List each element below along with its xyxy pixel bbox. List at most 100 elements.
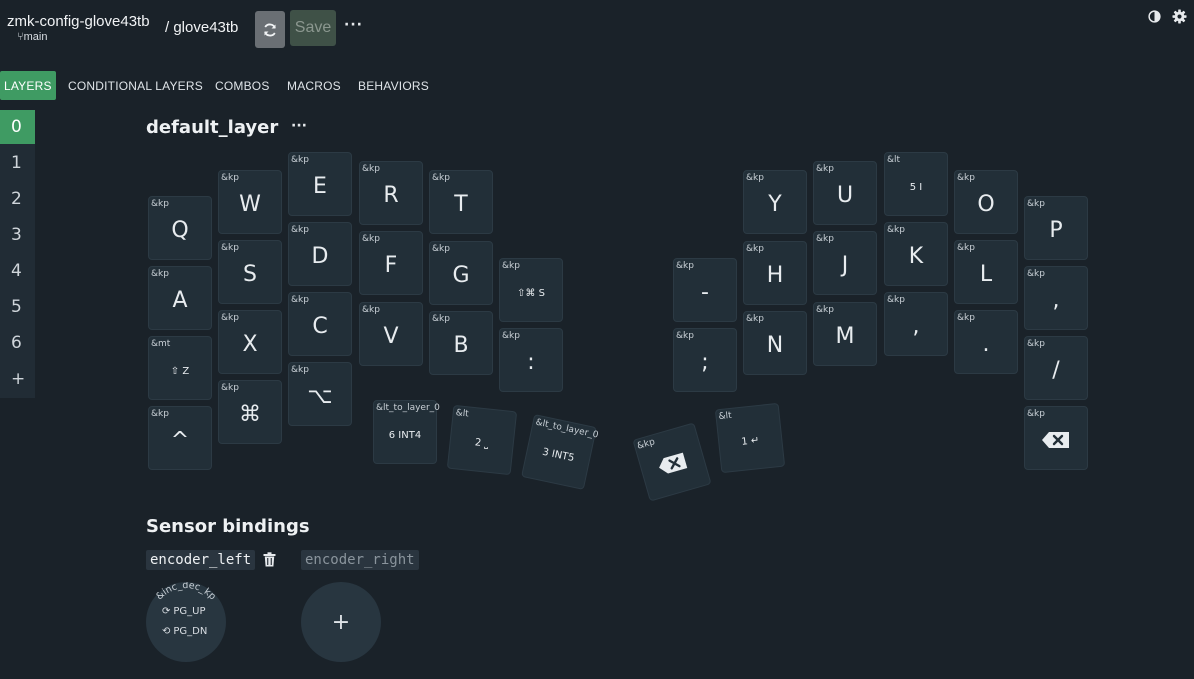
key-4[interactable]: &kp T [429, 170, 493, 234]
key-9[interactable]: &kp P [1024, 196, 1088, 260]
encoder-cw: ⟳ PG_UP [162, 606, 206, 617]
key-23[interactable]: &kp X [218, 310, 282, 374]
tab-layers[interactable]: LAYERS [0, 71, 56, 100]
key-16[interactable]: &kp - [673, 258, 737, 322]
encoder-right-tab[interactable]: encoder_right [301, 550, 419, 570]
key-legend [634, 424, 711, 501]
key-15[interactable]: &kp ⇧⌘ S [499, 258, 563, 322]
key-legend: Q [171, 217, 189, 243]
key-legend: T [454, 191, 468, 217]
keymap-name[interactable]: / glove43tb [165, 19, 238, 36]
tab-combos[interactable]: COMBOS [215, 71, 270, 100]
key-22[interactable]: &mt ⇧ Z [148, 336, 212, 400]
key-legend: : [527, 349, 535, 375]
key-35[interactable]: &kp ⌘ [218, 380, 282, 444]
key-legend: M [835, 323, 855, 349]
theme-toggle-icon[interactable] [1148, 10, 1161, 23]
key-30[interactable]: &kp M [813, 302, 877, 366]
key-3[interactable]: &kp R [359, 161, 423, 225]
layer-item-4[interactable]: 4 [0, 254, 35, 288]
key-legend: O [977, 191, 995, 217]
encoder-binding[interactable]: &inc_dec_kp ⟳ PG_UP ⟲ PG_DN [146, 582, 226, 662]
key-legend: C [312, 313, 328, 339]
key-6[interactable]: &kp U [813, 161, 877, 225]
key-31[interactable]: &kp, [884, 292, 948, 356]
key-legend: - [701, 279, 709, 305]
add-layer-button[interactable]: + [0, 362, 35, 396]
key-1[interactable]: &kp W [218, 170, 282, 234]
layer-menu-button[interactable]: ··· [291, 118, 307, 134]
key-legend: / [1052, 357, 1060, 383]
key-14[interactable]: &kp G [429, 241, 493, 305]
add-encoder-binding-button[interactable]: + [301, 582, 381, 662]
encoder-left-tab[interactable]: encoder_left [146, 550, 256, 570]
layer-title[interactable]: default_layer [146, 117, 278, 138]
key-legend: . [982, 331, 990, 357]
layer-item-5[interactable]: 5 [0, 290, 35, 324]
key-41[interactable]: &lt 1 ↵ [714, 402, 786, 474]
key-34[interactable]: &kp ^ [148, 406, 212, 470]
key-legend: 5 I [909, 181, 923, 193]
key-legend: 2 ⎵ [474, 436, 489, 450]
svg-text:&inc_dec_kp: &inc_dec_kp [154, 582, 218, 602]
layer-item-6[interactable]: 6 [0, 326, 35, 360]
layer-item-2[interactable]: 2 [0, 182, 35, 216]
key-5[interactable]: &kp Y [743, 170, 807, 234]
key-11[interactable]: &kp S [218, 240, 282, 304]
encoder-ccw: ⟲ PG_DN [162, 626, 207, 637]
trash-icon[interactable] [263, 552, 276, 567]
key-37[interactable]: &lt_to_layer_0 6 INT4 [373, 400, 440, 464]
key-10[interactable]: &kp A [148, 266, 212, 330]
backspace-icon [659, 452, 688, 474]
key-33[interactable]: &kp / [1024, 336, 1088, 400]
key-27[interactable]: &kp: [499, 328, 563, 392]
more-options-button[interactable]: ··· [344, 17, 363, 33]
key-29[interactable]: &kp N [743, 311, 807, 375]
key-18[interactable]: &kp J [813, 231, 877, 295]
key-32[interactable]: &kp. [954, 310, 1018, 374]
key-2[interactable]: &kp E [288, 152, 352, 216]
key-12[interactable]: &kp D [288, 222, 352, 286]
layer-item-3[interactable]: 3 [0, 218, 35, 252]
key-28[interactable]: &kp; [673, 328, 737, 392]
key-40[interactable]: &kp [632, 422, 712, 502]
key-legend: ⇧ Z [170, 365, 190, 377]
key-legend: U [836, 182, 854, 208]
key-legend: L [979, 261, 993, 287]
layer-item-0[interactable]: 0 [0, 110, 35, 144]
key-38[interactable]: &lt 2 ⎵ [446, 404, 518, 476]
key-8[interactable]: &kp O [954, 170, 1018, 234]
branch-label[interactable]: ⑂main [17, 31, 47, 43]
key-42[interactable]: &kp [1024, 406, 1088, 470]
key-legend: ⇧⌘ S [517, 287, 545, 299]
key-legend: 6 INT4 [388, 429, 422, 441]
tab-macros[interactable]: MACROS [287, 71, 341, 100]
key-20[interactable]: &kp L [954, 240, 1018, 304]
key-25[interactable]: &kp V [359, 302, 423, 366]
key-7[interactable]: &lt 5 I [884, 152, 948, 216]
key-17[interactable]: &kp H [743, 241, 807, 305]
gear-icon[interactable] [1172, 9, 1187, 24]
key-legend: A [172, 287, 188, 313]
refresh-button[interactable] [255, 11, 285, 48]
key-13[interactable]: &kp F [359, 231, 423, 295]
key-21[interactable]: &kp, [1024, 266, 1088, 330]
tab-conditional-layers[interactable]: CONDITIONAL LAYERS [68, 71, 203, 100]
key-39[interactable]: &lt_to_layer_0 3 INT5 [521, 414, 599, 490]
rotate-ccw-icon: ⟲ [162, 626, 171, 637]
layer-item-1[interactable]: 1 [0, 146, 35, 180]
key-19[interactable]: &kp K [884, 222, 948, 286]
tab-behaviors[interactable]: BEHAVIORS [358, 71, 429, 100]
encoder-ccw-label: PG_DN [173, 626, 208, 637]
key-legend: S [243, 261, 257, 287]
key-36[interactable]: &kp ⌥ [288, 362, 352, 426]
key-26[interactable]: &kp B [429, 311, 493, 375]
key-0[interactable]: &kp Q [148, 196, 212, 260]
repo-title[interactable]: zmk-config-glove43tb [7, 13, 150, 30]
save-button[interactable]: Save [290, 10, 336, 46]
key-legend: ⌥ [307, 383, 333, 409]
key-24[interactable]: &kp C [288, 292, 352, 356]
key-legend: ^ [170, 427, 190, 453]
key-legend: F [384, 252, 398, 278]
encoder-binding-label: &inc_dec_kp [154, 582, 218, 602]
